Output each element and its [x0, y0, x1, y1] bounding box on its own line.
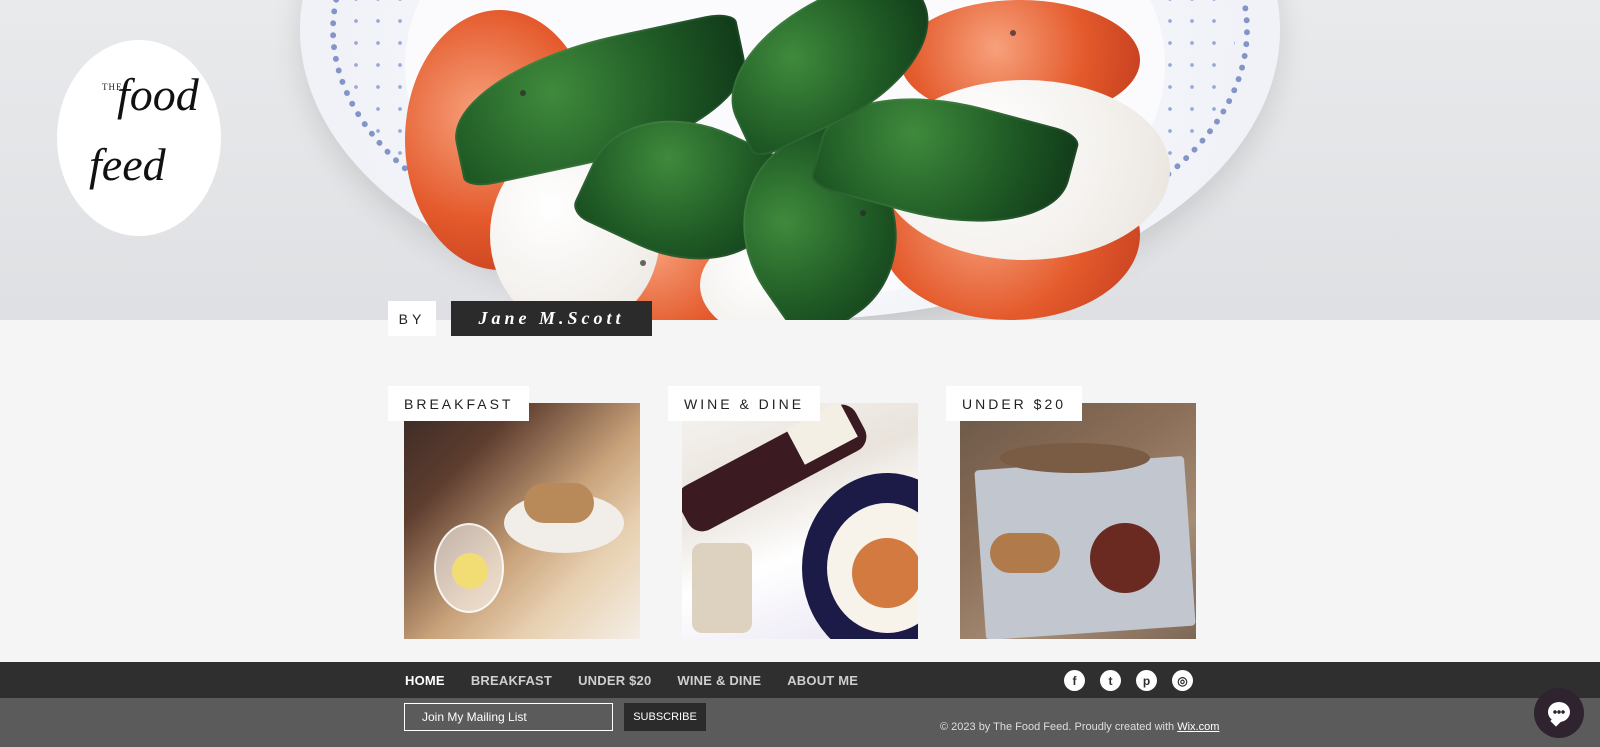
chat-icon: [1548, 702, 1570, 722]
pepper-flake: [860, 210, 866, 216]
copyright-text: © 2023 by The Food Feed. Proudly created…: [940, 721, 1219, 733]
nav-about-me[interactable]: ABOUT ME: [787, 673, 858, 688]
copyright-label: © 2023 by The Food Feed. Proudly created…: [940, 721, 1175, 733]
byline-author: Jane M.Scott: [451, 301, 652, 336]
byline-by: BY: [388, 301, 436, 336]
wine-dine-card-image[interactable]: [682, 403, 918, 639]
logo-feed: feed: [89, 139, 166, 190]
nav-home[interactable]: HOME: [405, 673, 445, 688]
lemon-slice: [452, 553, 488, 589]
social-links: f t p ◎: [1064, 670, 1193, 691]
instagram-icon[interactable]: ◎: [1172, 670, 1193, 691]
nav-wine-dine[interactable]: WINE & DINE: [677, 673, 761, 688]
pinterest-icon[interactable]: p: [1136, 670, 1157, 691]
chat-dots: [1553, 710, 1565, 714]
footer-nav-items: HOME BREAKFAST UNDER $20 WINE & DINE ABO…: [405, 662, 858, 698]
burger: [1090, 523, 1160, 593]
site-logo[interactable]: THE food feed: [57, 40, 221, 236]
category-label-wine-dine[interactable]: WINE & DINE: [668, 386, 821, 421]
nav-under-20[interactable]: UNDER $20: [578, 673, 651, 688]
subscribe-button[interactable]: SUBSCRIBE: [624, 703, 706, 731]
pepper-flake: [520, 90, 526, 96]
pasta: [852, 538, 918, 608]
wood-board: [1000, 443, 1150, 473]
breakfast-card-image[interactable]: [404, 403, 640, 639]
footer-nav: HOME BREAKFAST UNDER $20 WINE & DINE ABO…: [0, 662, 1600, 698]
hero-image: [0, 0, 1600, 320]
logo-food: food: [117, 69, 199, 120]
category-label-under-20[interactable]: UNDER $20: [946, 386, 1083, 421]
chat-button[interactable]: [1534, 688, 1584, 738]
mailing-list-input[interactable]: [404, 703, 613, 731]
cheese: [692, 543, 752, 633]
wix-link[interactable]: Wix.com: [1177, 721, 1219, 733]
nav-breakfast[interactable]: BREAKFAST: [471, 673, 552, 688]
footer-bottom: SUBSCRIBE © 2023 by The Food Feed. Proud…: [0, 698, 1600, 747]
twitter-icon[interactable]: t: [1100, 670, 1121, 691]
fries: [990, 533, 1060, 573]
category-label-breakfast[interactable]: BREAKFAST: [388, 386, 530, 421]
under-20-card-image[interactable]: [960, 403, 1196, 639]
pepper-flake: [1010, 30, 1016, 36]
page: THE food feed BY Jane M.Scott BREAKFAST …: [0, 0, 1600, 747]
sandwich: [524, 483, 594, 523]
facebook-icon[interactable]: f: [1064, 670, 1085, 691]
pepper-flake: [640, 260, 646, 266]
